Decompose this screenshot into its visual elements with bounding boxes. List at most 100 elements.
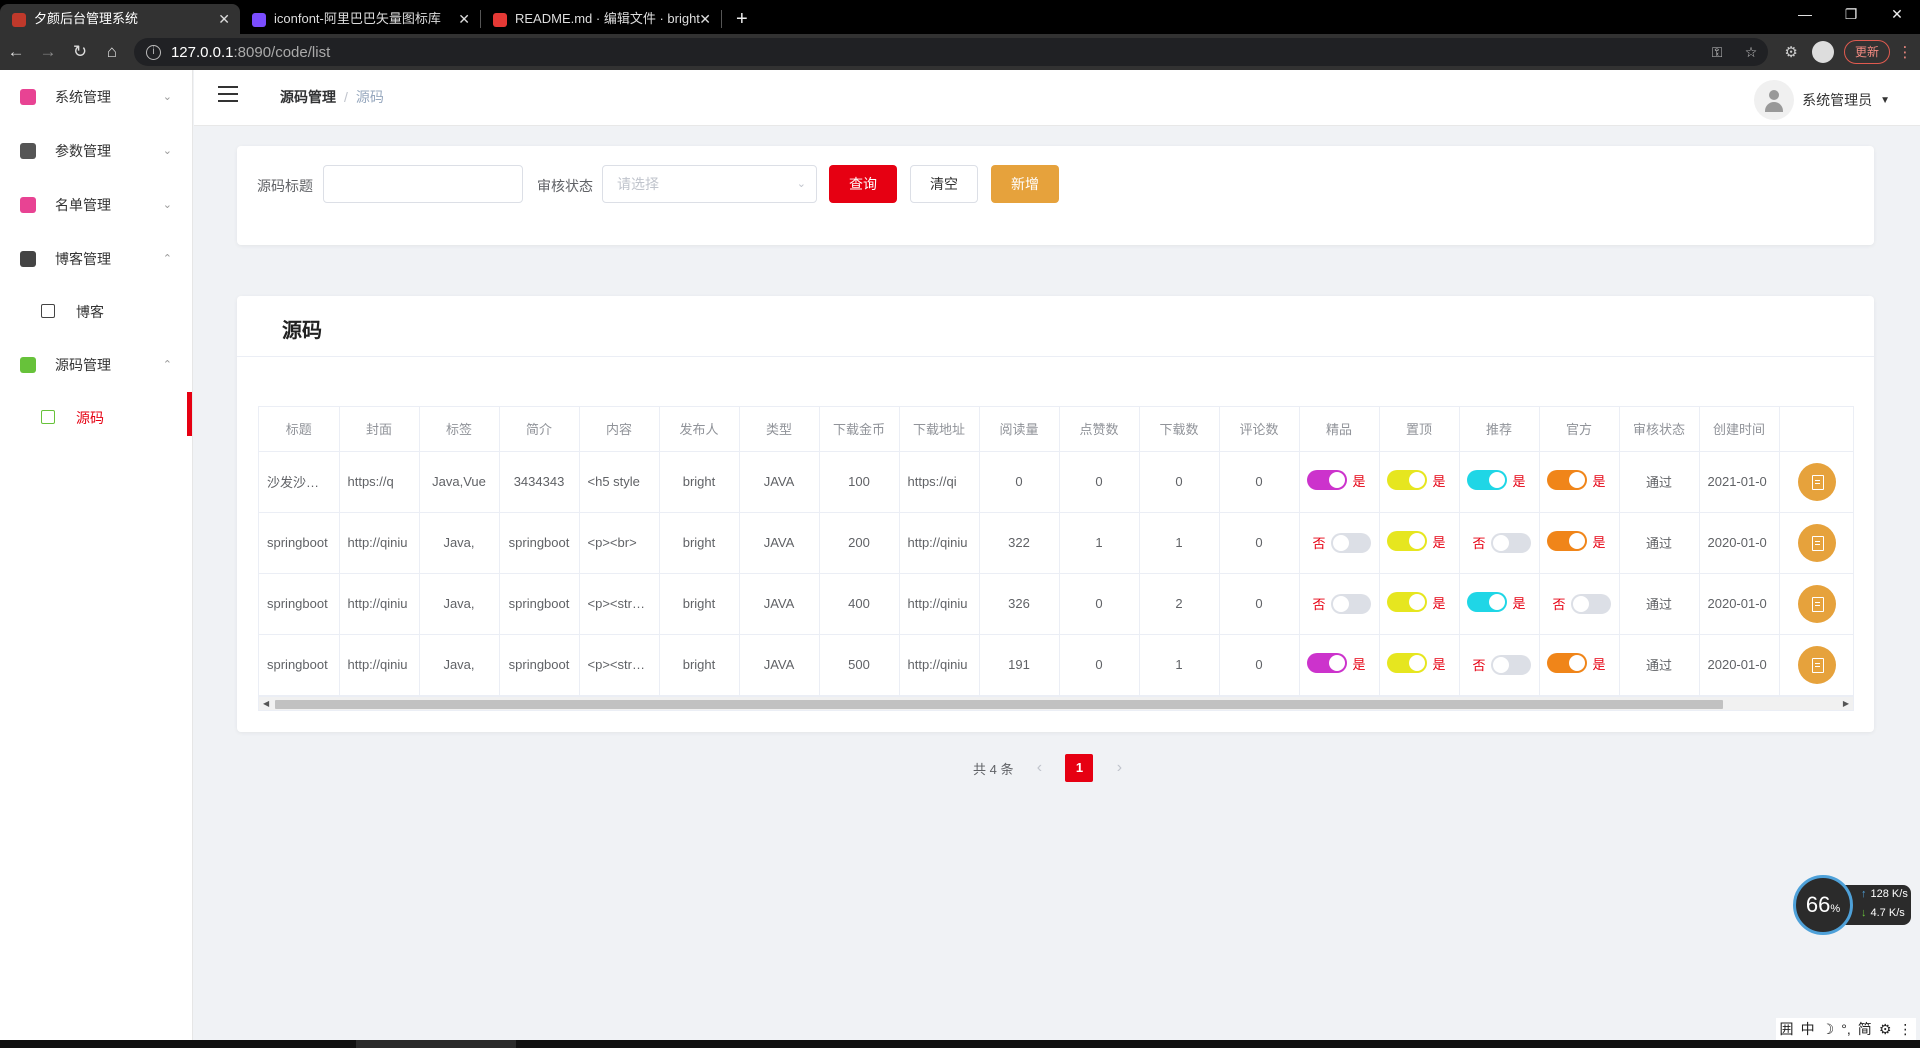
switch-label: 否 [1472, 536, 1486, 551]
address-bar[interactable]: i 127.0.0.1:8090/code/list ⚿ ☆ [133, 38, 1769, 66]
user-menu[interactable]: 系统管理员 ▼ [1754, 80, 1890, 120]
sidebar-subitem[interactable]: 源码 [0, 392, 192, 444]
ime-button[interactable]: ☽ [1822, 1021, 1835, 1038]
toggle-switch[interactable] [1330, 593, 1371, 614]
search-button[interactable]: 查询 [829, 165, 897, 203]
network-monitor-widget[interactable]: ↑ 128 K/s ↓ 4.7 K/s 66% [1793, 875, 1911, 935]
close-window-icon[interactable]: ✕ [1874, 0, 1920, 30]
table-row: springboot http://qiniu Java, springboot <p>… [259, 573, 1853, 635]
toggle-switch[interactable] [1330, 532, 1371, 553]
horizontal-scrollbar[interactable]: ◀ ▶ [259, 696, 1853, 710]
profile-avatar-icon[interactable] [1812, 41, 1835, 63]
close-tab-icon[interactable]: ✕ [699, 4, 711, 34]
page-number-current[interactable]: 1 [1065, 754, 1094, 782]
back-icon[interactable]: ← [0, 42, 32, 62]
edit-document-icon[interactable] [1798, 584, 1836, 623]
toggle-switch[interactable] [1307, 470, 1348, 490]
sidebar-item[interactable]: 博客管理 ⌃ [0, 232, 192, 286]
toggle-switch[interactable] [1467, 592, 1508, 612]
ime-button[interactable]: ⚙ [1879, 1021, 1892, 1038]
tab-title: README.md · 编辑文件 · bright [515, 11, 700, 26]
cell-downloads: 1 [1139, 634, 1220, 696]
key-icon[interactable]: ⚿ [1700, 44, 1734, 61]
extensions-icon[interactable]: ⚙ [1776, 43, 1806, 61]
close-tab-icon[interactable]: ✕ [458, 4, 470, 34]
breadcrumb-item[interactable]: 源码管理 [280, 89, 336, 105]
cell-status: 通过 [1619, 451, 1700, 513]
sidebar-item[interactable]: 系统管理 ⌄ [0, 70, 192, 124]
home-icon[interactable]: ⌂ [96, 42, 128, 62]
close-tab-icon[interactable]: ✕ [218, 4, 230, 34]
column-header: 精品 [1299, 407, 1380, 452]
taskbar [0, 1040, 1920, 1048]
cell-switch: 否 [1299, 573, 1380, 635]
reload-icon[interactable]: ↻ [64, 42, 96, 62]
new-tab-icon[interactable]: + [722, 4, 762, 34]
toggle-switch[interactable] [1467, 470, 1508, 490]
ime-button[interactable]: ⋮ [1898, 1021, 1912, 1038]
switch-label: 否 [1472, 658, 1486, 673]
toggle-switch[interactable] [1547, 470, 1588, 490]
column-header: 下载数 [1139, 407, 1220, 452]
toggle-switch[interactable] [1490, 654, 1531, 675]
site-info-icon[interactable]: i [145, 44, 161, 60]
sidebar-item[interactable]: 源码管理 ⌃ [0, 338, 192, 392]
clear-button[interactable]: 清空 [910, 165, 978, 203]
browser-tab-strip: 夕颜后台管理系统 ✕ iconfont-阿里巴巴矢量图标库 ✕ README.md · … [0, 0, 1920, 34]
download-arrow-icon: ↓ [1861, 907, 1867, 919]
next-page-icon[interactable]: › [1105, 759, 1133, 777]
scroll-left-icon[interactable]: ◀ [263, 697, 269, 710]
more-menu-icon[interactable]: ⋮ [1890, 43, 1920, 61]
hamburger-menu-icon[interactable] [218, 86, 238, 107]
user-name[interactable]: 系统管理员 [1802, 90, 1872, 110]
ime-button[interactable]: 囲 [1780, 1019, 1794, 1039]
sidebar-item-label: 源码管理 [55, 357, 111, 373]
toggle-switch[interactable] [1387, 653, 1428, 673]
switch-label: 是 [1432, 473, 1446, 489]
toggle-switch[interactable] [1387, 531, 1428, 551]
toggle-switch[interactable] [1547, 653, 1588, 673]
title-filter-input[interactable] [323, 165, 523, 203]
cell-coins: 200 [819, 512, 900, 574]
ime-button[interactable]: 中 [1801, 1019, 1815, 1039]
ime-button[interactable]: 简 [1858, 1019, 1872, 1039]
restore-icon[interactable]: ❐ [1828, 0, 1874, 30]
browser-tab[interactable]: iconfont-阿里巴巴矢量图标库 ✕ [240, 4, 480, 34]
forward-icon[interactable]: → [32, 42, 64, 62]
url-host: 127.0.0.1 [170, 43, 234, 61]
star-icon[interactable]: ☆ [1734, 44, 1768, 61]
scrollbar-thumb[interactable] [275, 700, 1723, 709]
top-navbar: 源码管理 / 源码 系统管理员 ▼ [194, 70, 1920, 126]
toggle-switch[interactable] [1490, 532, 1531, 553]
cell-summary: springboot [499, 634, 580, 696]
update-button[interactable]: 更新 [1844, 40, 1891, 64]
breadcrumb-item-current: 源码 [355, 89, 384, 105]
sidebar-subitem[interactable]: 博客 [0, 286, 192, 338]
cell-type: JAVA [739, 634, 820, 696]
chevron-up-icon: ⌃ [162, 253, 172, 265]
scroll-right-icon[interactable]: ▶ [1843, 697, 1849, 710]
toggle-switch[interactable] [1387, 470, 1428, 490]
edit-document-icon[interactable] [1798, 523, 1836, 562]
toggle-switch[interactable] [1547, 531, 1588, 551]
browser-tab[interactable]: 夕颜后台管理系统 ✕ [0, 4, 240, 34]
chevron-down-icon: ⌄ [162, 91, 172, 103]
ime-button[interactable]: °, [1841, 1021, 1851, 1037]
edit-document-icon[interactable] [1798, 462, 1836, 501]
toggle-switch[interactable] [1387, 592, 1428, 612]
sidebar-item[interactable]: 名单管理 ⌄ [0, 178, 192, 232]
toggle-switch[interactable] [1307, 653, 1348, 673]
prev-page-icon[interactable]: ‹ [1025, 759, 1053, 777]
sidebar-item[interactable]: 参数管理 ⌄ [0, 124, 192, 178]
status-filter-select[interactable]: 请选择 ⌄ [602, 165, 817, 203]
edit-document-icon[interactable] [1798, 645, 1836, 684]
tab-favicon-icon [12, 13, 26, 27]
browser-tab[interactable]: README.md · 编辑文件 · bright ✕ [481, 4, 721, 34]
avatar[interactable] [1754, 80, 1795, 120]
caret-down-icon[interactable]: ▼ [1880, 95, 1890, 106]
speed-unit: K/s [1891, 888, 1908, 900]
minimize-icon[interactable]: — [1782, 0, 1828, 30]
toggle-switch[interactable] [1570, 593, 1611, 614]
add-button[interactable]: 新增 [991, 165, 1059, 203]
column-header: 发布人 [659, 407, 740, 452]
